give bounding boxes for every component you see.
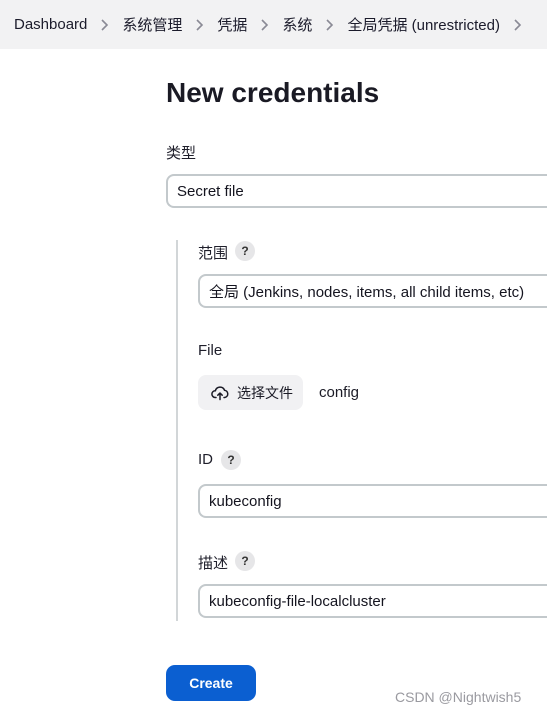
breadcrumb: Dashboard 系统管理 凭据 系统 全局凭据 (unrestricted) — [0, 0, 547, 49]
chevron-right-icon[interactable] — [182, 18, 217, 31]
scope-select[interactable]: 全局 (Jenkins, nodes, items, all child ite… — [198, 274, 547, 308]
description-input[interactable]: kubeconfig-file-localcluster — [198, 584, 547, 618]
choose-file-label: 选择文件 — [237, 384, 293, 401]
watermark: CSDN @Nightwish5 — [395, 689, 522, 705]
breadcrumb-credentials[interactable]: 凭据 — [217, 14, 247, 35]
kind-label: 类型 — [166, 145, 197, 162]
page-title: New credentials — [166, 77, 380, 108]
nested-section-divider — [176, 240, 178, 621]
chevron-right-icon[interactable] — [500, 18, 535, 31]
id-input[interactable]: kubeconfig — [198, 484, 547, 518]
id-help-icon[interactable]: ? — [221, 450, 241, 470]
chevron-right-icon[interactable] — [247, 18, 282, 31]
create-button[interactable]: Create — [166, 665, 256, 701]
cloud-upload-icon — [211, 385, 229, 400]
breadcrumb-global-domain[interactable]: 全局凭据 (unrestricted) — [347, 14, 500, 35]
kind-select[interactable]: Secret file — [166, 174, 547, 208]
breadcrumb-system[interactable]: 系统 — [282, 14, 312, 35]
scope-help-icon[interactable]: ? — [235, 241, 255, 261]
id-label: ID — [198, 451, 213, 468]
chevron-right-icon[interactable] — [312, 18, 347, 31]
scope-label: 范围 — [198, 245, 229, 262]
selected-file-name: config — [319, 384, 360, 401]
breadcrumb-dashboard[interactable]: Dashboard — [14, 16, 87, 33]
description-help-icon[interactable]: ? — [235, 551, 255, 571]
file-label: File — [198, 342, 223, 359]
breadcrumb-manage[interactable]: 系统管理 — [122, 14, 182, 35]
description-label: 描述 — [198, 555, 229, 572]
choose-file-button[interactable]: 选择文件 — [198, 375, 303, 410]
chevron-right-icon[interactable] — [87, 18, 122, 31]
